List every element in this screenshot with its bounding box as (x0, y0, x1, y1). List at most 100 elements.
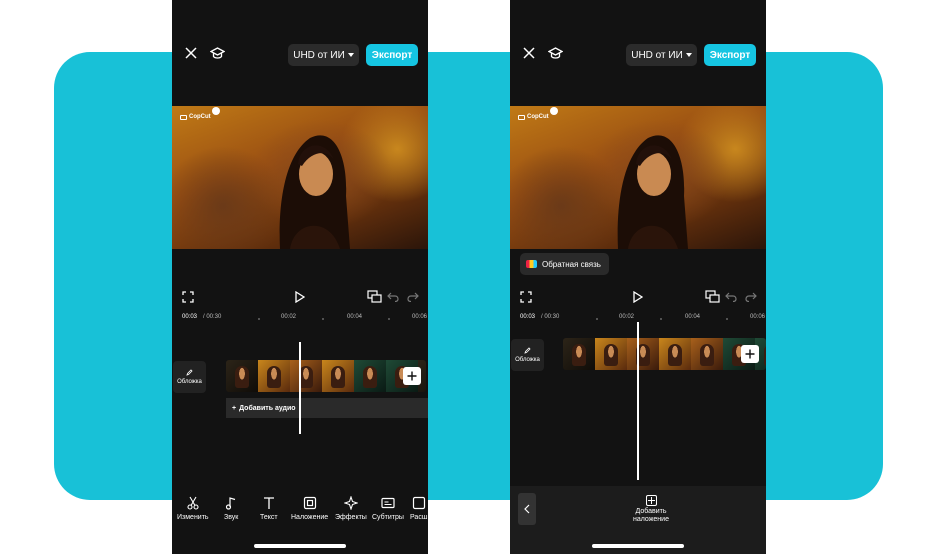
quality-dropdown[interactable]: UHD от ИИ (626, 44, 697, 66)
tool-label: Текст (260, 514, 278, 521)
overlay-icon (303, 496, 316, 510)
editor-screen-timeline: UHD от ИИ Экспорт CopCut 00:03 / 00:30 0… (172, 0, 428, 554)
tool-audio[interactable]: Звук (224, 496, 238, 521)
video-preview[interactable]: CopCut (510, 106, 766, 249)
tool-label: Наложение (291, 514, 329, 521)
quality-label: UHD от ИИ (293, 49, 345, 61)
tool-label: Эффекты (335, 514, 367, 521)
playhead[interactable] (299, 342, 301, 434)
cover-button[interactable]: Обложка (511, 339, 544, 371)
expand-icon (412, 496, 425, 510)
tick-dot (258, 318, 260, 320)
watermark-text: CopCut (527, 114, 549, 120)
tool-captions[interactable]: Субтитры (372, 496, 404, 521)
tool-effects[interactable]: Эффекты (335, 496, 367, 521)
play-icon[interactable] (631, 289, 645, 305)
video-clip-track[interactable] (226, 360, 426, 392)
feedback-button[interactable]: Обратная связь (520, 253, 609, 275)
video-clip-track[interactable] (563, 338, 766, 370)
music-note-icon (226, 497, 236, 510)
feedback-label: Обратная связь (542, 259, 601, 269)
quality-label: UHD от ИИ (631, 49, 683, 61)
tick-dot (596, 318, 598, 320)
cover-label: Обложка (515, 357, 540, 363)
add-overlay-button[interactable]: Добавить наложение (628, 495, 674, 524)
capcut-logo-icon (518, 114, 525, 120)
clip-frame (563, 338, 595, 370)
add-clip-button[interactable] (403, 367, 421, 385)
captions-icon (381, 497, 395, 509)
add-audio-button[interactable]: + Добавить аудио (226, 398, 428, 418)
playhead[interactable] (637, 322, 639, 480)
home-indicator (254, 544, 346, 548)
ruler-tick: 00:02 (281, 314, 297, 320)
compare-toggle-icon[interactable] (366, 289, 382, 305)
clip-frame (226, 360, 258, 392)
feedback-icon (526, 260, 537, 268)
compare-toggle-icon[interactable] (704, 289, 720, 305)
video-preview[interactable]: CopCut (172, 106, 428, 249)
tick-dot (388, 318, 390, 320)
back-button[interactable] (518, 493, 536, 525)
clip-frame (322, 360, 354, 392)
cover-button[interactable]: Обложка (173, 361, 206, 393)
export-button[interactable]: Экспорт (704, 44, 756, 66)
chevron-left-icon (524, 504, 530, 514)
watermark-edit-icon[interactable] (212, 107, 220, 115)
bottom-toolbar: Изменить Звук Текст Наложение Эффекты Су… (172, 496, 428, 526)
clip-frame (659, 338, 691, 370)
close-icon[interactable] (522, 46, 536, 60)
ruler-tick: 00:06 (412, 314, 428, 320)
clip-frame (691, 338, 723, 370)
tool-edit[interactable]: Изменить (177, 496, 209, 521)
ruler-tick: 00:04 (347, 314, 363, 320)
clip-frame (627, 338, 659, 370)
tool-overlay[interactable]: Наложение (291, 496, 328, 521)
graduation-cap-icon[interactable] (209, 45, 225, 61)
home-indicator (592, 544, 684, 548)
redo-icon[interactable] (744, 290, 758, 304)
total-time: / 00:30 (541, 314, 560, 320)
ruler-tick: 00:04 (685, 314, 701, 320)
sparkle-icon (343, 496, 358, 510)
tool-more[interactable]: Расш (410, 496, 427, 521)
add-clip-button[interactable] (741, 345, 759, 363)
tool-label: Расш (410, 514, 428, 521)
watermark: CopCut (180, 114, 211, 120)
watermark-edit-icon[interactable] (550, 107, 558, 115)
tool-label: Субтитры (372, 514, 404, 521)
watermark: CopCut (518, 114, 549, 120)
play-icon[interactable] (293, 289, 307, 305)
tool-label: Изменить (177, 514, 209, 521)
portrait-figure (279, 135, 350, 249)
clip-frame (354, 360, 386, 392)
export-button[interactable]: Экспорт (366, 44, 418, 66)
text-icon (263, 497, 274, 509)
tool-text[interactable]: Текст (260, 496, 278, 521)
ruler-tick: 00:02 (619, 314, 635, 320)
add-overlay-label: Добавить наложение (633, 508, 669, 523)
close-icon[interactable] (184, 46, 198, 60)
fullscreen-icon[interactable] (519, 290, 533, 304)
cover-label: Обложка (177, 379, 202, 385)
graduation-cap-icon[interactable] (547, 45, 563, 61)
redo-icon[interactable] (406, 290, 420, 304)
current-time: 00:03 (520, 314, 536, 320)
scissors-icon (187, 496, 199, 510)
portrait-figure (617, 135, 688, 249)
tool-label: Звук (224, 514, 239, 521)
undo-icon[interactable] (724, 290, 738, 304)
plus-icon (745, 349, 755, 359)
tick-dot (660, 318, 662, 320)
editor-screen-overlay: UHD от ИИ Экспорт CopCut Обратная связь (510, 0, 766, 554)
clip-frame (595, 338, 627, 370)
playback-controls (172, 288, 428, 306)
capcut-logo-icon (180, 114, 187, 120)
quality-dropdown[interactable]: UHD от ИИ (288, 44, 359, 66)
fullscreen-icon[interactable] (181, 290, 195, 304)
clip-frame (290, 360, 322, 392)
undo-icon[interactable] (386, 290, 400, 304)
clip-frame (258, 360, 290, 392)
add-audio-label: Добавить аудио (239, 404, 296, 412)
pencil-icon (186, 369, 193, 376)
